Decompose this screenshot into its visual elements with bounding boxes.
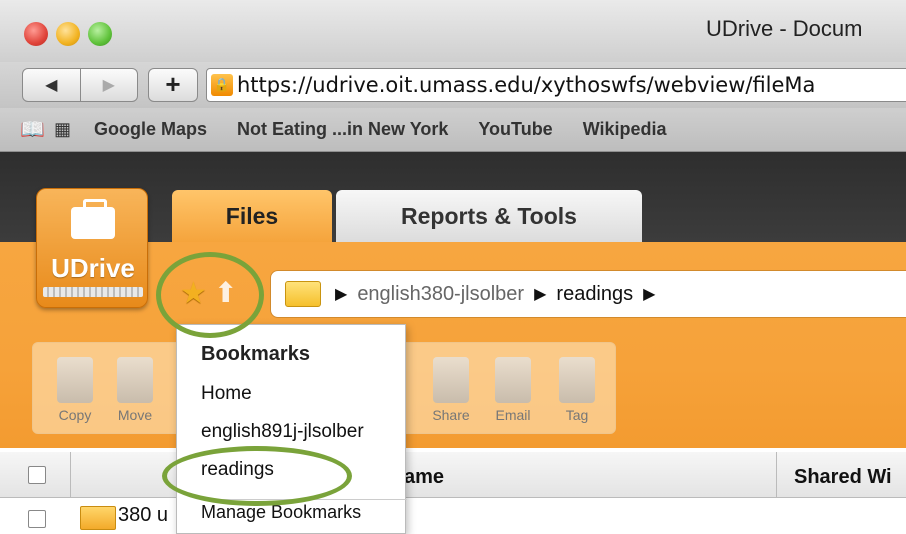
- breadcrumb-item-english380[interactable]: english380-jlsolber: [357, 283, 524, 306]
- column-header-name[interactable]: ame: [404, 466, 444, 489]
- move-icon: [117, 357, 153, 403]
- bookmarks-menu-title: Bookmarks: [201, 343, 310, 365]
- back-button[interactable]: ◀: [23, 69, 81, 101]
- tab-reports-tools[interactable]: Reports & Tools: [336, 190, 642, 242]
- email-label: Email: [495, 407, 531, 423]
- history-nav-group: ◀ ▶: [22, 68, 138, 102]
- file-name[interactable]: 380 u: [118, 504, 168, 527]
- chevron-right-icon: ▶: [643, 286, 656, 303]
- copy-icon: [57, 357, 93, 403]
- address-bar[interactable]: 🔒 https://udrive.oit.umass.edu/xythoswfs…: [206, 68, 906, 102]
- select-all-checkbox[interactable]: [28, 466, 46, 484]
- secure-lock-icon: 🔒: [211, 74, 233, 96]
- new-tab-button[interactable]: +: [148, 68, 198, 102]
- column-divider: [776, 452, 777, 498]
- briefcase-icon: [71, 199, 115, 239]
- bookmark-star-icon[interactable]: ★: [180, 276, 207, 311]
- share-label: Share: [432, 407, 470, 423]
- close-window-button[interactable]: [24, 22, 48, 46]
- bookmark-item-english891j[interactable]: english891j-jlsolber: [201, 421, 364, 443]
- folder-icon: [285, 281, 321, 307]
- address-text: https://udrive.oit.umass.edu/xythoswfs/w…: [237, 73, 816, 97]
- tag-icon: [559, 357, 595, 403]
- row-checkbox[interactable]: [28, 510, 46, 528]
- logo-text: UDrive: [51, 253, 135, 283]
- window-titlebar: UDrive - Docum: [0, 0, 906, 62]
- move-button[interactable]: Move: [107, 357, 163, 423]
- chevron-right-icon: ▶: [534, 286, 547, 303]
- bookmark-not-eating[interactable]: Not Eating ...in New York: [237, 119, 448, 140]
- forward-button[interactable]: ▶: [81, 69, 138, 101]
- copy-label: Copy: [58, 407, 92, 423]
- tab-files[interactable]: Files: [172, 190, 332, 242]
- bookmark-item-home[interactable]: Home: [201, 383, 252, 405]
- tag-label: Tag: [565, 407, 589, 423]
- copy-button[interactable]: Copy: [47, 357, 103, 423]
- top-sites-icon[interactable]: ▦: [54, 119, 94, 140]
- minimize-window-button[interactable]: [56, 22, 80, 46]
- bookmark-item-readings[interactable]: readings: [201, 459, 274, 481]
- column-divider: [70, 452, 71, 498]
- bookmark-google-maps[interactable]: Google Maps: [94, 119, 207, 140]
- bookmark-youtube[interactable]: YouTube: [478, 119, 552, 140]
- file-list-header: [0, 452, 906, 498]
- bookmarks-menu: Bookmarks Home english891j-jlsolber read…: [176, 324, 407, 534]
- reading-list-icon[interactable]: 📖: [20, 117, 48, 142]
- column-header-shared-with[interactable]: Shared Wi: [794, 466, 892, 489]
- chevron-right-icon: ▶: [335, 286, 348, 303]
- tag-button[interactable]: Tag: [549, 357, 605, 423]
- move-label: Move: [117, 407, 153, 423]
- share-button[interactable]: Share: [423, 357, 479, 423]
- folder-icon: [80, 506, 116, 530]
- email-icon: [495, 357, 531, 403]
- browser-toolbar: ◀ ▶ + 🔒 https://udrive.oit.umass.edu/xyt…: [0, 62, 906, 108]
- zoom-window-button[interactable]: [88, 22, 112, 46]
- email-button[interactable]: Email: [485, 357, 541, 423]
- bookmark-wikipedia[interactable]: Wikipedia: [583, 119, 667, 140]
- breadcrumb: ▶ english380-jlsolber ▶ readings ▶: [270, 270, 906, 318]
- share-icon: [433, 357, 469, 403]
- udrive-logo[interactable]: UDrive: [36, 188, 148, 308]
- bookmarks-bar: 📖 ▦ Google Maps Not Eating ...in New Yor…: [0, 108, 906, 152]
- window-title: UDrive - Docum: [706, 16, 863, 41]
- breadcrumb-item-readings[interactable]: readings: [556, 283, 633, 306]
- up-folder-icon[interactable]: ⬆: [214, 276, 237, 309]
- logo-stripe: [43, 287, 143, 297]
- manage-bookmarks-item[interactable]: Manage Bookmarks: [201, 499, 407, 523]
